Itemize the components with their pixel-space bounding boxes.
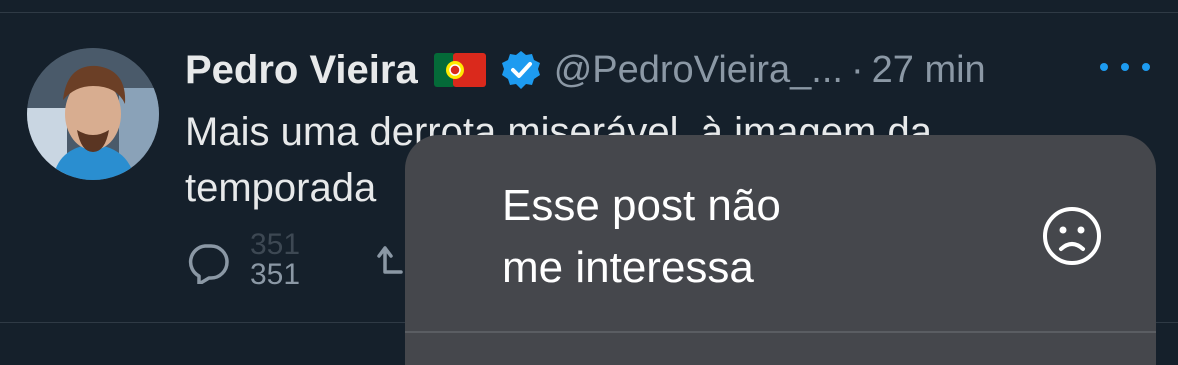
context-menu: Esse post não me interessa bbox=[405, 135, 1156, 365]
avatar[interactable] bbox=[27, 48, 159, 180]
author-handle[interactable]: @PedroVieira_... bbox=[554, 49, 843, 92]
reply-count-previous: 351 bbox=[250, 228, 301, 261]
menu-item-label: Esse post não me interessa bbox=[502, 175, 982, 299]
reply-icon[interactable] bbox=[185, 242, 231, 286]
menu-divider bbox=[405, 331, 1156, 333]
flag-portugal-icon bbox=[433, 53, 486, 87]
top-divider bbox=[0, 0, 1178, 13]
author-name[interactable]: Pedro Vieira bbox=[185, 48, 418, 93]
verified-badge-icon[interactable] bbox=[500, 49, 542, 91]
menu-item-not-interested[interactable]: Esse post não me interessa bbox=[405, 135, 1156, 330]
menu-item-label-line-2: me interessa bbox=[502, 243, 754, 292]
more-options-icon[interactable] bbox=[1100, 52, 1150, 82]
reply-count: 351 bbox=[250, 258, 301, 291]
timestamp[interactable]: 27 min bbox=[872, 49, 986, 92]
sad-face-icon bbox=[1041, 205, 1103, 267]
tweet-header: Pedro Vieira @PedroVieira_... · 27 min bbox=[185, 42, 986, 98]
menu-item-label-line-1: Esse post não bbox=[502, 181, 781, 230]
separator-dot: · bbox=[850, 48, 864, 91]
